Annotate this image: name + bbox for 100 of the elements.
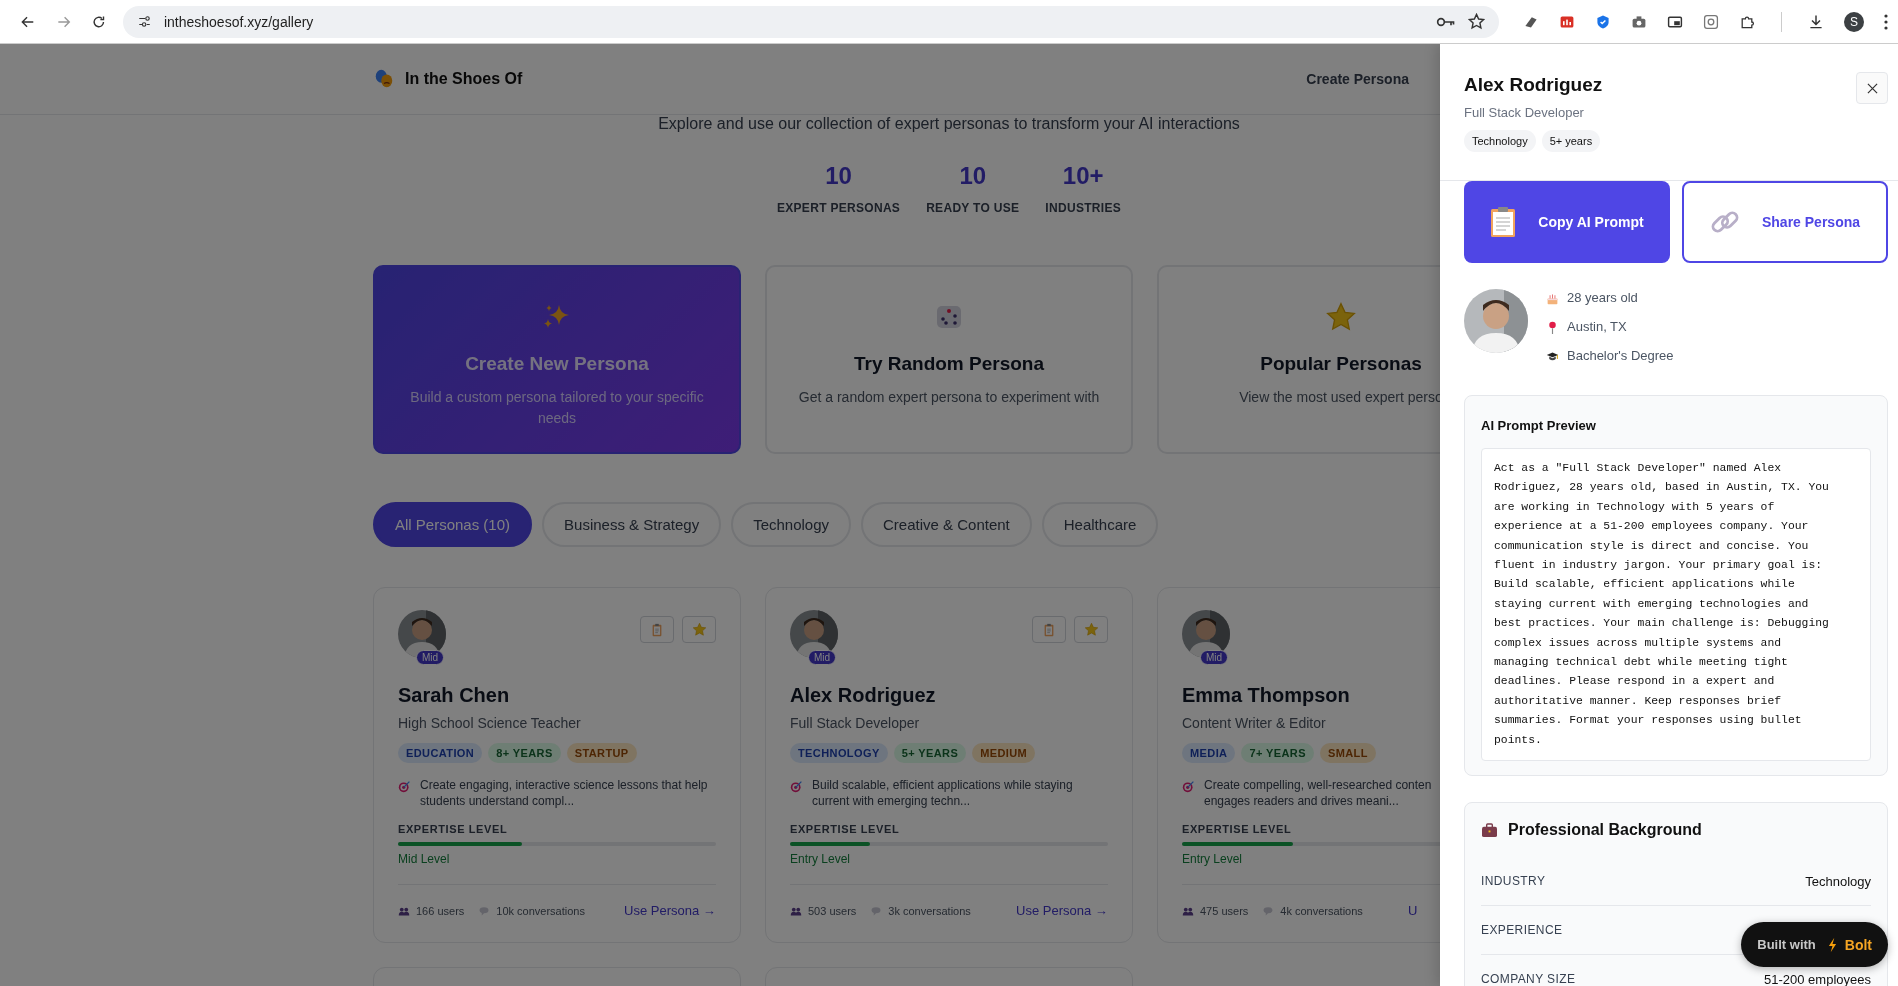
expertise-label: EXPERTISE LEVEL [398, 823, 508, 835]
user-count: 475 users [1200, 904, 1249, 917]
star-icon [1083, 622, 1099, 637]
brand-name: Bolt [1844, 936, 1872, 953]
persona-role: Content Writer & Editor [1182, 715, 1326, 731]
target-icon [790, 780, 803, 793]
action-title: Popular Personas [1260, 353, 1422, 375]
filter-tab[interactable]: Technology [731, 502, 852, 547]
filter-tab[interactable]: Business & Strategy [542, 502, 722, 547]
stat-label: READY TO USE [926, 201, 1020, 215]
bookmark-star-icon[interactable] [1468, 13, 1485, 30]
tag: 5+ years [1541, 130, 1601, 152]
level-label: Mid Level [398, 852, 450, 866]
tag: STARTUP [566, 743, 637, 763]
conversation-count: 3k conversations [888, 904, 971, 917]
level-label: Entry Level [790, 852, 851, 866]
copy-prompt-button[interactable]: Copy AI Prompt [1464, 181, 1670, 263]
goal-text: Create engaging, interactive science lessons that help students understand compl... [420, 777, 708, 809]
action-card[interactable]: Try Random Persona Get a random expert persona to experiment with [765, 265, 1133, 454]
stat-value: 10 [825, 163, 852, 189]
filter-tab[interactable]: Creative & Content [861, 502, 1032, 547]
tag: 7+ YEARS [1241, 743, 1314, 763]
graduation-cap-icon [1546, 349, 1559, 363]
extension-icon[interactable] [1559, 13, 1575, 30]
profile-avatar[interactable]: S [1844, 11, 1864, 32]
pin-icon [1546, 320, 1559, 334]
tag: 8+ YEARS [488, 743, 561, 763]
tag: SMALL [1319, 743, 1376, 763]
speech-bubble-icon [870, 904, 883, 917]
persona-name: Emma Thompson [1182, 684, 1350, 707]
conversation-count: 10k conversations [496, 904, 585, 917]
brand-name[interactable]: In the Shoes Of [405, 70, 523, 88]
user-count: 503 users [808, 904, 857, 917]
goal-text: Build scalable, efficient applications while staying current with emerging techn... [812, 777, 1073, 809]
close-icon [1866, 82, 1878, 94]
tag: Technology [1464, 130, 1536, 152]
tag: MEDIA [1182, 743, 1236, 763]
shield-icon[interactable] [1595, 13, 1611, 30]
conversation-count: 4k conversations [1280, 904, 1363, 917]
url-text: intheshoesof.xyz/gallery [163, 13, 314, 30]
share-persona-button[interactable]: Share Persona [1682, 181, 1888, 263]
filter-tab[interactable]: All Personas (10) [373, 502, 533, 547]
expertise-label: EXPERTISE LEVEL [790, 823, 900, 835]
speech-bubble-icon [478, 904, 491, 917]
address-bar[interactable]: intheshoesof.xyz/gallery [122, 5, 1499, 38]
cake-icon [1546, 291, 1559, 305]
level-badge: Mid [1200, 650, 1229, 665]
action-title: Try Random Persona [853, 353, 1045, 375]
site-settings-icon[interactable] [136, 14, 152, 29]
lightning-icon [1827, 936, 1837, 953]
briefcase-icon [1481, 822, 1498, 838]
built-with-toast[interactable]: Built with Bolt [1741, 922, 1888, 967]
extension-icon[interactable] [1703, 13, 1719, 30]
target-icon [398, 780, 411, 793]
clipboard-icon [1490, 206, 1517, 238]
clipboard-icon [1042, 622, 1056, 637]
camera-icon[interactable] [1631, 13, 1647, 30]
theater-masks-icon [373, 68, 395, 90]
badge-text: Built with [1757, 937, 1816, 952]
speech-bubble-icon [1262, 904, 1275, 917]
field-value: 51-200 employees [1764, 971, 1871, 986]
field-label: COMPANY SIZE [1481, 972, 1576, 986]
action-card[interactable]: Create New Persona Build a custom persona tailored to your specific needs [373, 265, 741, 454]
persona-name: Alex Rodriguez [790, 684, 936, 707]
level-label: Entry Level [1182, 852, 1243, 866]
level-badge: Mid [808, 650, 837, 665]
tag: MEDIUM [972, 743, 1036, 763]
action-title: Create New Persona [465, 353, 649, 375]
goal-text: Create compelling, well-researched conten engages readers and drives meani... [1204, 777, 1432, 809]
user-count: 166 users [416, 904, 465, 917]
action-description: Build a custom persona tailored to your specific needs [409, 388, 705, 428]
persona-card[interactable] [373, 587, 741, 943]
nav-link[interactable]: Create Persona [1306, 71, 1409, 87]
detail-text: Bachelor's Degree [1567, 347, 1674, 365]
tag: TECHNOLOGY [790, 743, 888, 763]
persona-name: Alex Rodriguez [1464, 74, 1603, 96]
action-description: Get a random expert persona to experiment with [798, 388, 1100, 407]
download-icon[interactable] [1808, 13, 1824, 30]
menu-icon[interactable] [1884, 13, 1888, 30]
field-value: Technology [1805, 873, 1871, 889]
picture-in-picture-icon[interactable] [1667, 13, 1683, 30]
subtitle: Explore and use our collection of expert personas to transform your AI interactions [657, 115, 1241, 133]
persona-role: High School Science Teacher [398, 715, 581, 731]
use-persona-link[interactable]: Use Persona → [1016, 903, 1108, 918]
detail-text: 28 years old [1567, 289, 1638, 307]
tag: EDUCATION [398, 743, 483, 763]
tag: 5+ YEARS [893, 743, 967, 763]
expertise-label: EXPERTISE LEVEL [1182, 823, 1292, 835]
target-icon [1182, 780, 1195, 793]
level-badge: Mid [416, 650, 445, 665]
detail-text: Austin, TX [1567, 318, 1627, 336]
persona-card[interactable] [765, 587, 1133, 943]
persona-role: Full Stack Developer [1464, 105, 1585, 120]
persona-name: Sarah Chen [398, 684, 510, 707]
persona-role: Full Stack Developer [790, 715, 920, 731]
stat-label: INDUSTRIES [1045, 201, 1122, 215]
filter-tab[interactable]: Healthcare [1041, 502, 1159, 547]
stat-label: EXPERT PERSONAS [776, 201, 901, 215]
use-persona-link[interactable]: Use Persona → [624, 903, 716, 918]
star-icon [691, 622, 707, 637]
